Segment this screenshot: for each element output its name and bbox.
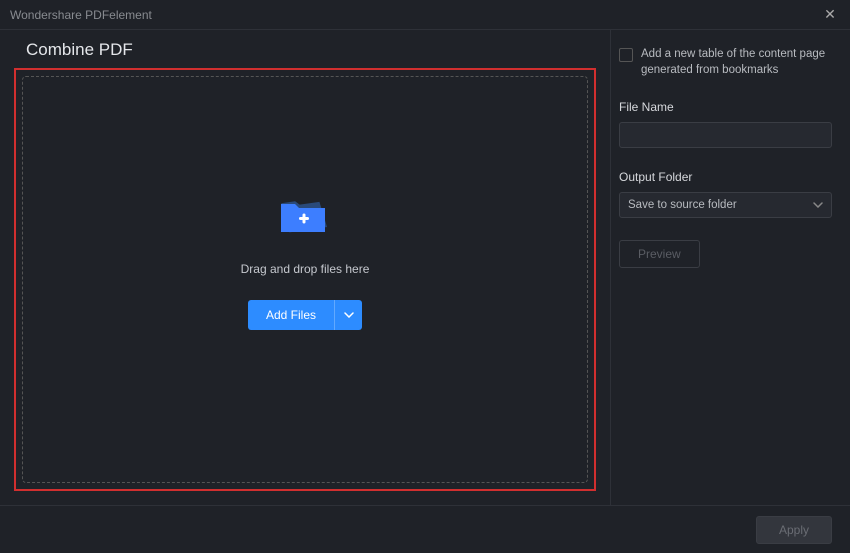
add-folder-icon bbox=[277, 190, 333, 234]
window-title: Wondershare PDFelement bbox=[10, 8, 152, 22]
chevron-down-icon bbox=[813, 202, 823, 208]
file-dropzone[interactable]: Drag and drop files here Add Files bbox=[22, 76, 588, 483]
file-name-label: File Name bbox=[619, 100, 832, 114]
output-folder-label: Output Folder bbox=[619, 170, 832, 184]
preview-button[interactable]: Preview bbox=[619, 240, 700, 268]
add-files-group: Add Files bbox=[248, 300, 362, 330]
left-panel: Combine PDF Drag and drop files here Add… bbox=[0, 30, 610, 505]
output-folder-value: Save to source folder bbox=[628, 199, 737, 211]
page-title: Combine PDF bbox=[26, 40, 596, 60]
toc-checkbox-label: Add a new table of the content page gene… bbox=[641, 46, 832, 78]
toc-option-row: Add a new table of the content page gene… bbox=[619, 46, 832, 78]
content-area: Combine PDF Drag and drop files here Add… bbox=[0, 30, 850, 505]
file-name-input[interactable] bbox=[619, 122, 832, 148]
dropzone-highlight: Drag and drop files here Add Files bbox=[14, 68, 596, 491]
close-icon[interactable]: ✕ bbox=[820, 6, 840, 23]
apply-button[interactable]: Apply bbox=[756, 516, 832, 544]
chevron-down-icon bbox=[344, 312, 354, 318]
add-files-dropdown-button[interactable] bbox=[334, 300, 362, 330]
right-panel: Add a new table of the content page gene… bbox=[610, 30, 850, 505]
toc-checkbox[interactable] bbox=[619, 48, 633, 62]
dropzone-text: Drag and drop files here bbox=[241, 262, 370, 276]
titlebar: Wondershare PDFelement ✕ bbox=[0, 0, 850, 30]
footer: Apply bbox=[0, 505, 850, 553]
add-files-button[interactable]: Add Files bbox=[248, 300, 334, 330]
output-folder-select[interactable]: Save to source folder bbox=[619, 192, 832, 218]
